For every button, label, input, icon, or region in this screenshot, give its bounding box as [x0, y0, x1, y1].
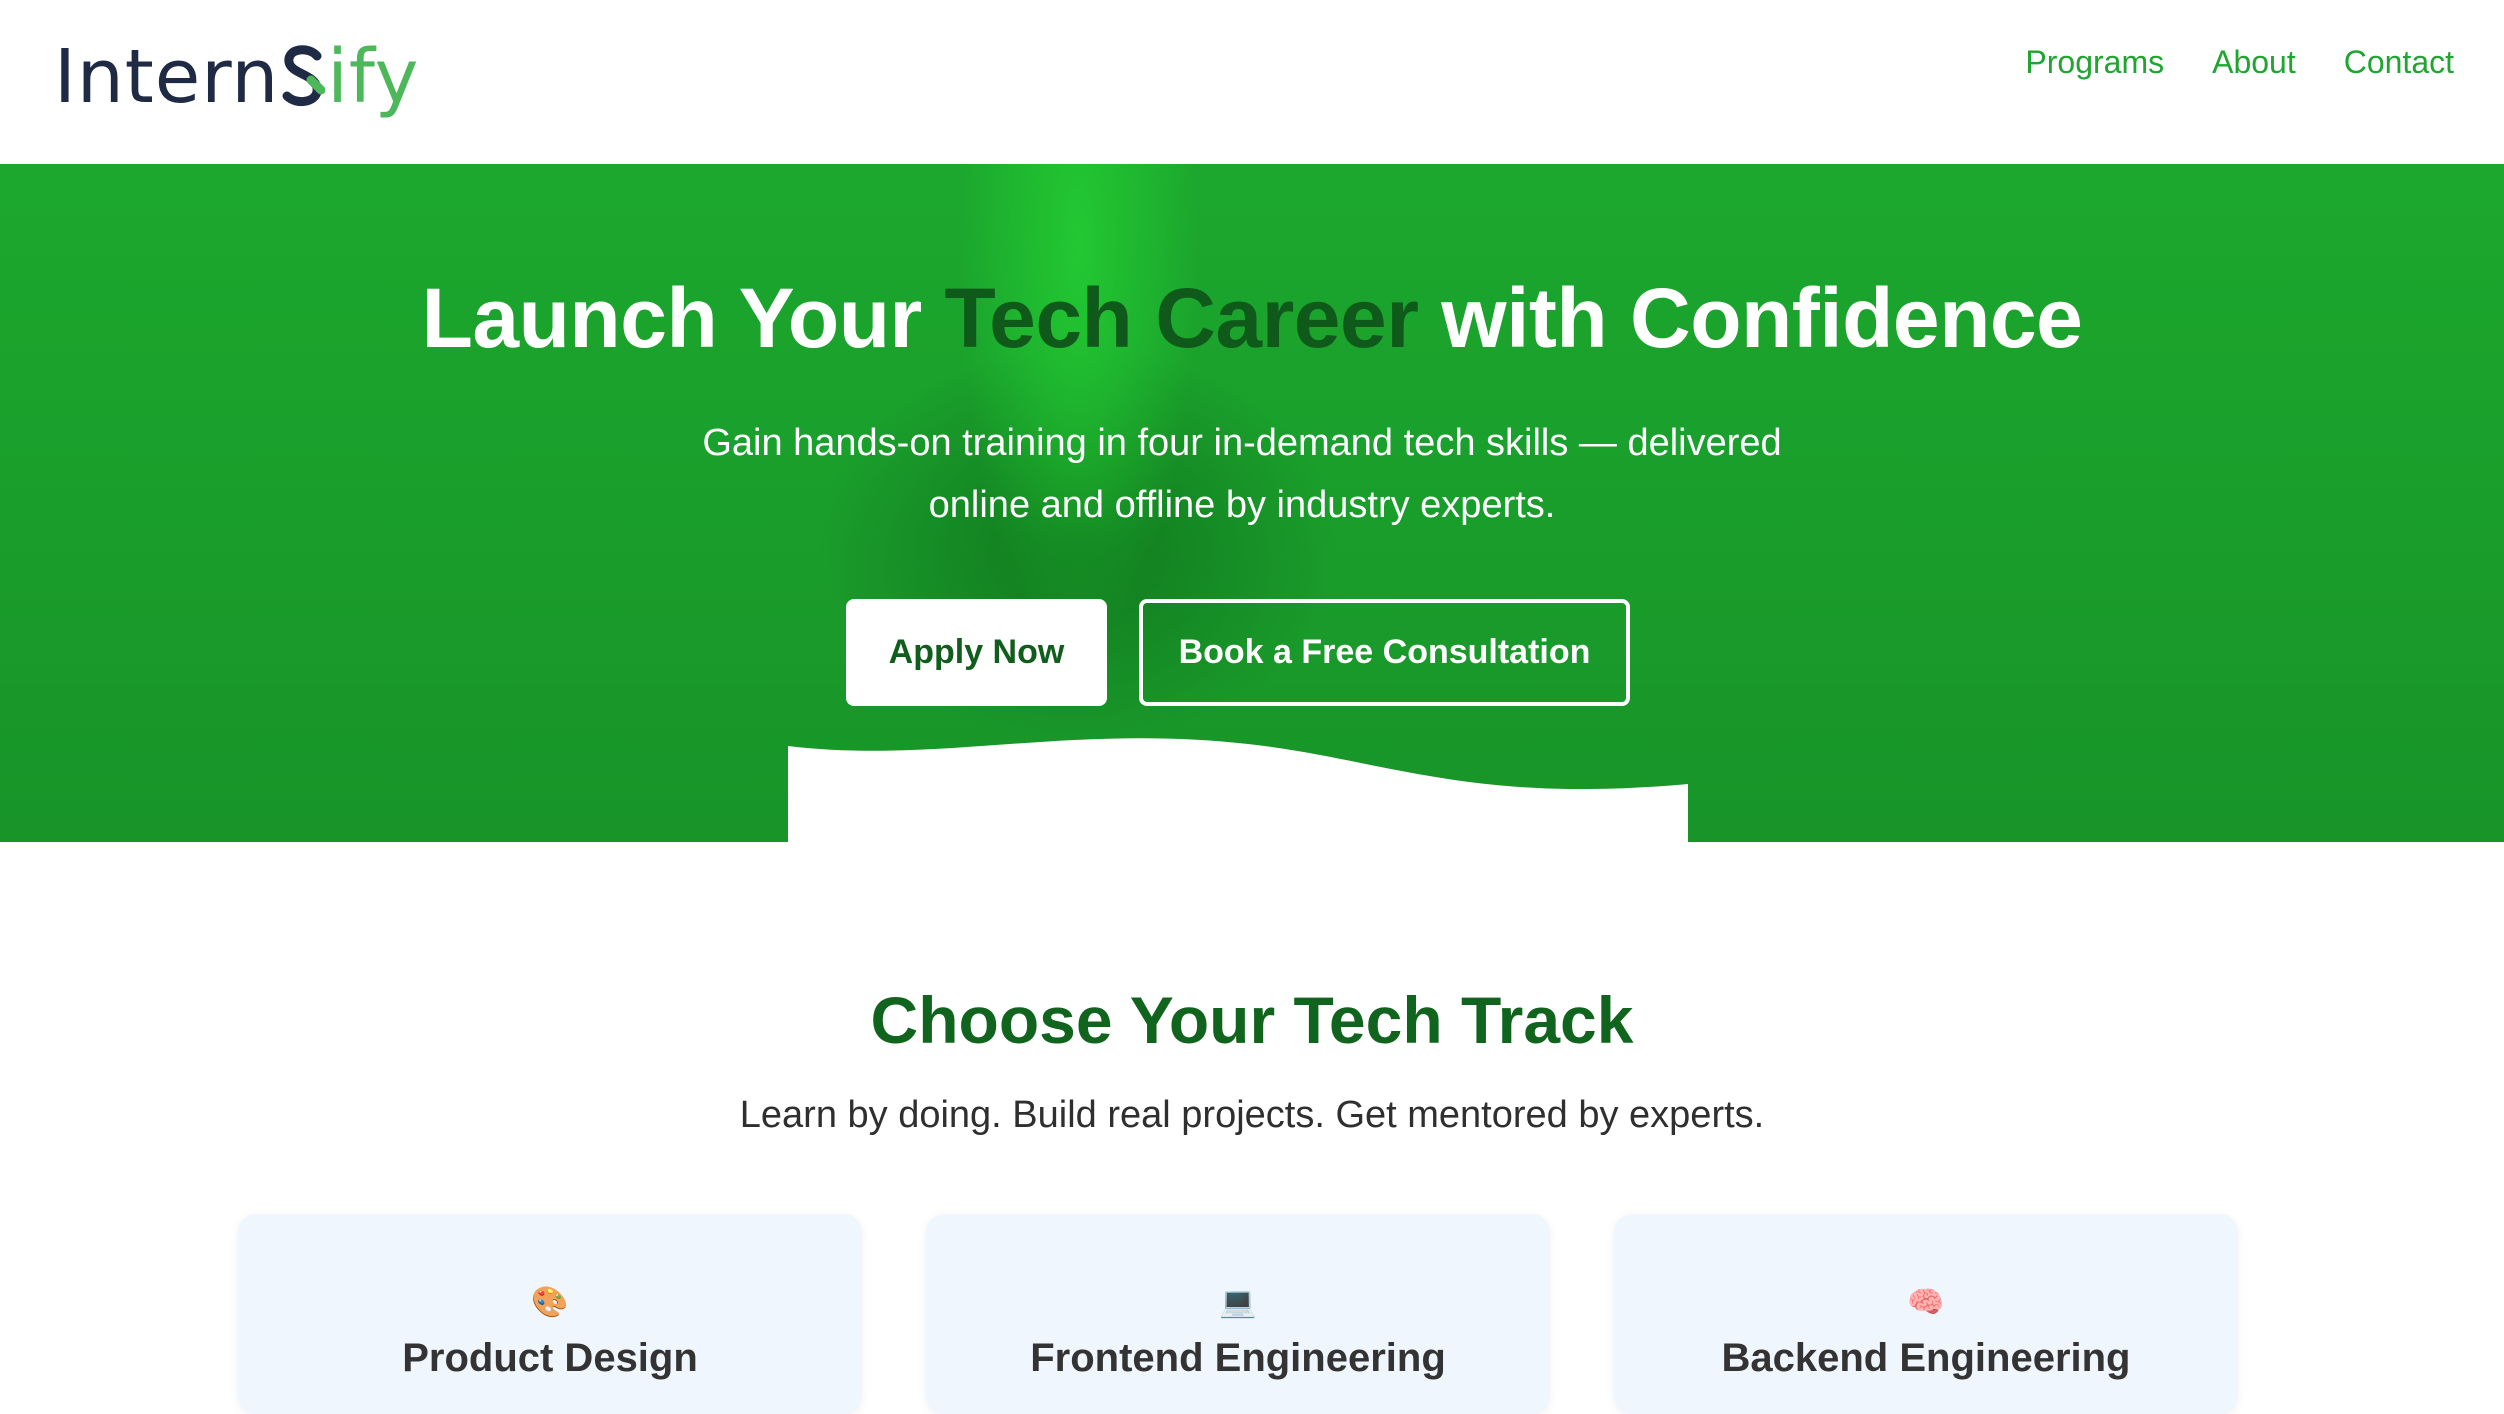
apply-now-button[interactable]: Apply Now: [846, 599, 1107, 706]
logo-s-mark-icon: [281, 40, 326, 114]
tracks-subtitle: Learn by doing. Build real projects. Get…: [739, 1094, 1765, 1136]
main-nav: Programs About Contact: [2025, 44, 2454, 81]
nav-programs-link[interactable]: Programs: [2025, 44, 2164, 81]
laptop-icon: 💻: [1219, 1286, 1257, 1319]
internsify-logo[interactable]: Intern ify: [54, 14, 419, 114]
hero-title: Launch Your Tech Career with Confidence: [0, 270, 2504, 367]
brain-icon: 🧠: [1907, 1286, 1945, 1319]
palette-icon: 🎨: [531, 1286, 569, 1319]
tracks-title: Choose Your Tech Track: [870, 983, 1634, 1057]
hero-title-after: with Confidence: [1418, 271, 2083, 365]
hero-wave-divider: [788, 738, 1688, 842]
hero-title-before: Launch Your: [421, 271, 945, 365]
track-card-title: Product Design: [402, 1336, 698, 1380]
nav-contact-link[interactable]: Contact: [2344, 44, 2454, 81]
nav-about-link[interactable]: About: [2212, 44, 2296, 81]
site-header: Intern ify Programs About Contact: [0, 0, 2504, 164]
book-consultation-button[interactable]: Book a Free Consultation: [1139, 599, 1630, 706]
hero-subtitle: Gain hands-on training in four in-demand…: [702, 422, 1782, 526]
track-card-title: Backend Engineering: [1721, 1336, 2131, 1380]
track-card-frontend-engineering[interactable]: 💻 Frontend Engineering: [926, 1214, 1550, 1414]
logo-text-green: ify: [327, 34, 420, 120]
hero-section: Launch Your Tech Career with Confidence …: [0, 164, 2504, 842]
logo-text-dark: Intern: [54, 34, 280, 120]
track-card-product-design[interactable]: 🎨 Product Design: [238, 1214, 862, 1414]
track-card-backend-engineering[interactable]: 🧠 Backend Engineering: [1614, 1214, 2238, 1414]
track-card-title: Frontend Engineering: [1030, 1336, 1446, 1380]
hero-title-accent: Tech Career: [944, 271, 1419, 365]
